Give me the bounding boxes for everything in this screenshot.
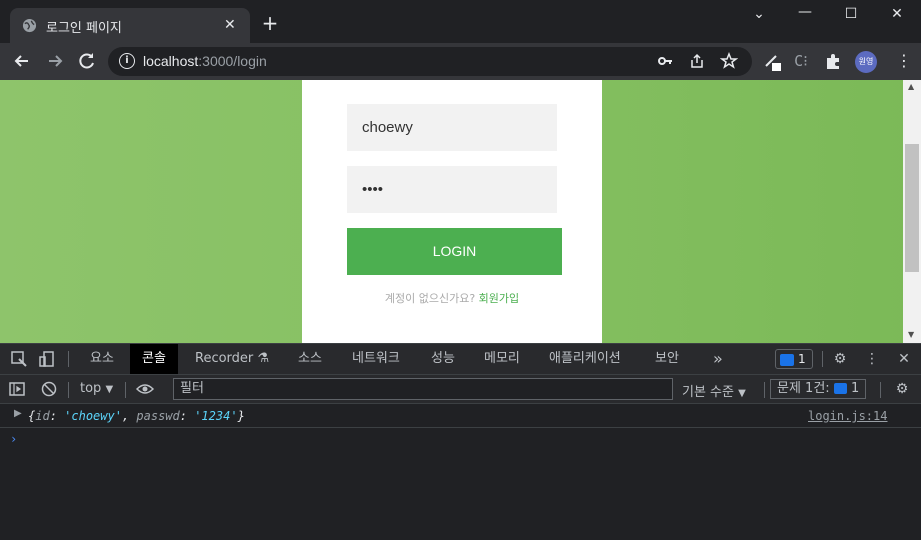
tab-elements[interactable]: 요소	[90, 344, 114, 374]
tab-memory[interactable]: 메모리	[484, 344, 520, 374]
scroll-down-arrow-icon[interactable]: ▼	[908, 330, 914, 339]
console-filter-input[interactable]: 필터	[173, 378, 673, 400]
context-selector[interactable]: top ▼	[80, 381, 113, 396]
login-card: choewy •••• LOGIN 계정이 없으신가요? 회원가입	[302, 80, 602, 343]
log-levels-dropdown[interactable]: 기본 수준 ▼	[682, 381, 746, 400]
tab-performance[interactable]: 성능	[431, 344, 455, 374]
console-settings-gear-icon[interactable]: ⚙	[893, 380, 911, 398]
message-icon	[780, 353, 794, 366]
globe-icon	[22, 18, 37, 33]
dropdown-arrow-icon: ▼	[738, 388, 746, 399]
close-window-button[interactable]: ✕	[887, 6, 907, 26]
console-log-entry[interactable]: ▶ {id: 'choewy', passwd: '1234'} login.j…	[0, 404, 921, 428]
log-source-link[interactable]: login.js:14	[808, 409, 887, 423]
device-toolbar-icon[interactable]	[38, 350, 56, 368]
signup-prompt-text: 계정이 없으신가요?	[384, 292, 476, 305]
devtools-panel: 요소 콘솔 Recorder ⚗ 소스 네트워크 성능 메모리 애플리케이션 보…	[0, 343, 921, 540]
title-bar: 로그인 페이지 ✕ + ⌄ — ☐ ✕	[0, 0, 921, 43]
devtools-menu-icon[interactable]: ⋮	[863, 350, 881, 368]
message-icon	[833, 383, 847, 394]
pen-extension-icon[interactable]	[762, 50, 784, 72]
site-info-icon[interactable]: i	[119, 53, 135, 69]
key-icon[interactable]	[656, 52, 674, 70]
inspect-element-icon[interactable]	[10, 350, 28, 368]
browser-toolbar: i localhost:3000/login C⁝ 원영 ⋮	[0, 43, 921, 80]
login-button[interactable]: LOGIN	[347, 228, 562, 275]
sidebar-toggle-icon[interactable]	[8, 380, 26, 398]
dropdown-arrow-icon: ▼	[105, 384, 114, 395]
extensions-puzzle-icon[interactable]	[822, 50, 844, 72]
tab-title: 로그인 페이지	[46, 21, 122, 36]
share-icon[interactable]	[688, 52, 706, 70]
tab-application[interactable]: 애플리케이션	[549, 344, 621, 374]
log-message[interactable]: {id: 'choewy', passwd: '1234'}	[28, 409, 245, 423]
flask-icon: ⚗	[257, 351, 270, 366]
browser-tab[interactable]: 로그인 페이지 ✕	[10, 8, 250, 43]
tab-recorder[interactable]: Recorder ⚗	[195, 344, 269, 374]
forward-arrow-icon[interactable]	[44, 50, 66, 72]
tab-security[interactable]: 보안	[655, 344, 679, 374]
bookmark-star-icon[interactable]	[719, 51, 739, 70]
close-devtools-icon[interactable]: ✕	[895, 350, 913, 368]
signup-link[interactable]: 회원가입	[479, 292, 519, 305]
maximize-button[interactable]: ☐	[841, 6, 861, 26]
profile-avatar[interactable]: 원영	[855, 51, 877, 73]
css-extension-icon[interactable]: C⁝	[790, 50, 812, 72]
url-text[interactable]: localhost:3000/login	[143, 53, 267, 69]
tab-console[interactable]: 콘솔	[130, 344, 178, 374]
settings-gear-icon[interactable]: ⚙	[831, 350, 849, 368]
clear-console-icon[interactable]	[40, 380, 58, 398]
scrollbar-thumb[interactable]	[905, 144, 919, 272]
new-tab-button[interactable]: +	[260, 13, 280, 33]
console-prompt[interactable]: ›	[10, 432, 17, 446]
more-tabs-button[interactable]: »	[713, 344, 723, 374]
console-toolbar: top ▼ 필터 기본 수준 ▼ 문제 1건: 1 ⚙	[0, 375, 921, 404]
scroll-up-arrow-icon[interactable]: ▲	[908, 82, 914, 91]
tab-search-icon[interactable]: ⌄	[749, 6, 769, 26]
issues-counter[interactable]: 문제 1건: 1	[770, 379, 867, 399]
page-viewport: choewy •••• LOGIN 계정이 없으신가요? 회원가입 ▲ ▼	[0, 80, 921, 343]
signup-prompt: 계정이 없으신가요? 회원가입	[302, 290, 602, 306]
devtools-tab-bar: 요소 콘솔 Recorder ⚗ 소스 네트워크 성능 메모리 애플리케이션 보…	[0, 344, 921, 375]
eye-icon[interactable]	[135, 380, 155, 398]
page-scrollbar[interactable]: ▲ ▼	[903, 80, 921, 343]
username-field[interactable]: choewy	[347, 104, 557, 151]
tab-sources[interactable]: 소스	[298, 344, 322, 374]
password-field[interactable]: ••••	[347, 166, 557, 213]
expand-arrow-icon[interactable]: ▶	[14, 408, 22, 419]
issues-badge[interactable]: 1	[775, 349, 813, 369]
back-arrow-icon[interactable]	[11, 50, 33, 72]
address-bar[interactable]: i localhost:3000/login	[108, 47, 752, 76]
tab-network[interactable]: 네트워크	[352, 344, 400, 374]
tab-close-icon[interactable]: ✕	[224, 17, 236, 33]
minimize-button[interactable]: —	[795, 4, 815, 24]
reload-icon[interactable]	[76, 50, 98, 72]
browser-menu-icon[interactable]: ⋮	[893, 50, 915, 72]
